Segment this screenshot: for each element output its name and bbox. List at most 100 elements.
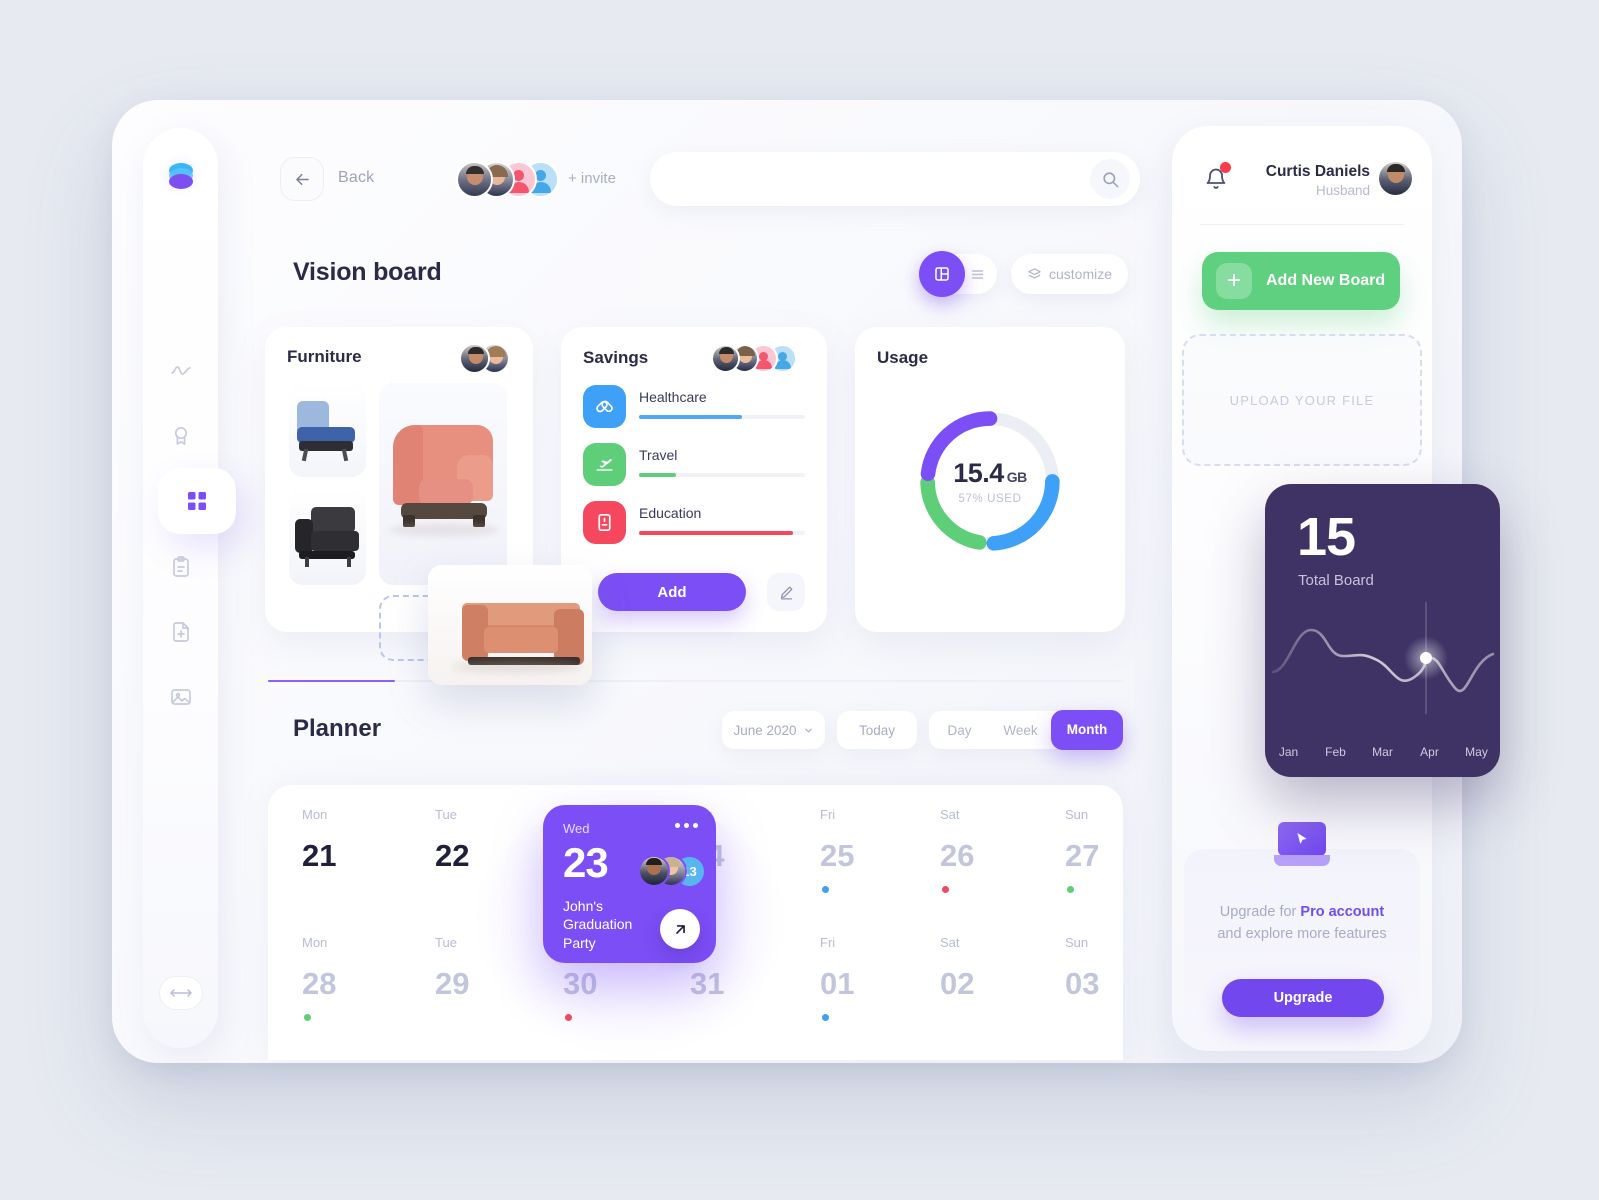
- range-week[interactable]: Week: [990, 723, 1051, 738]
- badge-icon: [174, 426, 187, 445]
- saving-row[interactable]: Travel: [583, 443, 805, 490]
- month-selector[interactable]: June 2020: [722, 711, 825, 749]
- layers-icon: [1028, 267, 1041, 278]
- add-new-board-button[interactable]: + Add New Board: [1202, 252, 1400, 310]
- calendar-cell[interactable]: Fri 25: [818, 807, 940, 893]
- calendar-cell[interactable]: Sat 02: [938, 935, 1060, 1002]
- board-sparkline-chart: [1265, 596, 1500, 724]
- back-button[interactable]: [280, 157, 324, 201]
- usage-center-labels: 15.4 GB 57% USED: [912, 403, 1068, 559]
- saving-progress-track: [639, 531, 805, 535]
- calendar-cell[interactable]: Sun 27: [1063, 807, 1123, 893]
- arrow-left-icon: [295, 173, 309, 185]
- page-title: Vision board: [293, 258, 442, 286]
- calendar-cell[interactable]: Sat 26: [938, 807, 1060, 893]
- sidebar-item-tasks[interactable]: [143, 534, 218, 599]
- edit-saving-button[interactable]: [767, 573, 805, 611]
- calendar-cell[interactable]: Fri 01: [818, 935, 940, 1021]
- range-month[interactable]: Month: [1051, 710, 1123, 750]
- calendar-dow: Sun: [1065, 807, 1089, 822]
- selected-day-card[interactable]: Wed 23 13 John's Graduation Party: [543, 805, 716, 963]
- user-role: Husband: [1315, 183, 1370, 198]
- search-input[interactable]: [676, 152, 1076, 206]
- saving-progress-fill: [639, 415, 742, 419]
- book-icon-glyph: [598, 513, 611, 532]
- saving-label: Travel: [639, 447, 678, 463]
- calendar-date: 27: [1065, 838, 1100, 873]
- calendar-event-dot: [1067, 886, 1074, 893]
- total-board-card[interactable]: 15 Total Board Jan Feb Mar Apr May: [1265, 484, 1500, 777]
- savings-avatars[interactable]: [711, 344, 811, 374]
- more-dots-icon[interactable]: [675, 823, 698, 828]
- search-bar[interactable]: [650, 152, 1140, 206]
- user-avatar[interactable]: [1377, 160, 1414, 197]
- calendar-date: 21: [302, 838, 337, 873]
- arrow-up-right-icon: [675, 924, 685, 934]
- furniture-thumb-blue-sofa[interactable]: [289, 383, 366, 477]
- stacked-circles-logo: [169, 163, 193, 189]
- spark-month-label: Mar: [1372, 745, 1393, 759]
- calendar-dow: Sat: [940, 807, 960, 822]
- calendar-event-dot: [304, 1014, 311, 1021]
- pills-icon-glyph: [596, 400, 613, 413]
- clipboard-icon: [172, 555, 189, 577]
- upgrade-text-post: and explore more features: [1217, 926, 1387, 943]
- calendar-event-dot: [822, 1014, 829, 1021]
- calendar-cell[interactable]: Sun 03: [1063, 935, 1123, 1002]
- line-chart-icon: [170, 365, 191, 375]
- saving-progress-fill: [639, 531, 794, 535]
- sidebar-item-boards[interactable]: [158, 468, 236, 534]
- add-saving-button[interactable]: Add: [598, 573, 746, 611]
- range-day[interactable]: Day: [929, 723, 990, 738]
- calendar-dow: Tue: [435, 807, 457, 822]
- calendar-dow: Mon: [302, 935, 328, 950]
- avatar[interactable]: [711, 344, 740, 373]
- upgrade-text: Upgrade for Pro account and explore more…: [1202, 901, 1402, 946]
- view-list-button[interactable]: [965, 262, 989, 286]
- usage-card: Usage 15.4 GB 57% USED: [855, 327, 1125, 632]
- plane-icon: [583, 443, 626, 486]
- saving-row[interactable]: Education: [583, 501, 805, 548]
- upload-label: UPLOAD YOUR FILE: [1229, 392, 1375, 408]
- calendar-cell[interactable]: Mon 21: [300, 807, 422, 874]
- customize-button[interactable]: customize: [1011, 254, 1128, 294]
- file-upload-dropzone[interactable]: UPLOAD YOUR FILE: [1182, 334, 1422, 466]
- furniture-thumb-dark-sofa[interactable]: [289, 489, 366, 585]
- user-name: Curtis Daniels: [1265, 163, 1370, 180]
- today-button[interactable]: Today: [837, 711, 917, 749]
- view-grid-button[interactable]: [919, 251, 965, 297]
- saving-label: Education: [639, 505, 702, 521]
- pencil-icon: [780, 586, 792, 600]
- avatar[interactable]: [638, 855, 670, 887]
- upgrade-card: Upgrade for Pro account and explore more…: [1184, 849, 1420, 1041]
- saving-label: Healthcare: [639, 389, 707, 405]
- sidebar-item-analytics[interactable]: [143, 338, 218, 403]
- upgrade-button[interactable]: Upgrade: [1222, 979, 1384, 1017]
- app-logo[interactable]: [159, 154, 203, 198]
- calendar-dow: Sun: [1065, 935, 1089, 950]
- avatar[interactable]: [459, 343, 490, 374]
- upgrade-text-pre: Upgrade for: [1219, 904, 1301, 920]
- avatar[interactable]: [456, 161, 493, 198]
- laptop-cursor-icon: [1274, 822, 1330, 874]
- furniture-thumb-pink-armchair[interactable]: [379, 383, 507, 585]
- usage-unit: GB: [1006, 468, 1028, 485]
- total-board-count: 15: [1297, 507, 1356, 567]
- invite-button[interactable]: + invite: [568, 170, 616, 187]
- spark-month-label: May: [1465, 745, 1488, 759]
- saving-row[interactable]: Healthcare: [583, 385, 805, 432]
- sidebar-item-files[interactable]: [143, 599, 218, 664]
- furniture-avatars[interactable]: [459, 343, 513, 375]
- sidebar-item-awards[interactable]: [143, 403, 218, 468]
- dragged-furniture-card[interactable]: [428, 565, 592, 685]
- selected-day-avatars[interactable]: 13: [638, 855, 714, 889]
- panel-divider: [1200, 224, 1404, 225]
- open-event-button[interactable]: [660, 909, 700, 949]
- calendar-cell[interactable]: Mon 28: [300, 935, 422, 1021]
- search-button[interactable]: [1090, 159, 1130, 199]
- calendar-date: 28: [302, 966, 337, 1001]
- calendar-date: 03: [1065, 966, 1100, 1001]
- sidebar-item-gallery[interactable]: [143, 664, 218, 729]
- sidebar-collapse-button[interactable]: [159, 976, 203, 1010]
- usage-value: 15.4 GB: [953, 457, 1028, 488]
